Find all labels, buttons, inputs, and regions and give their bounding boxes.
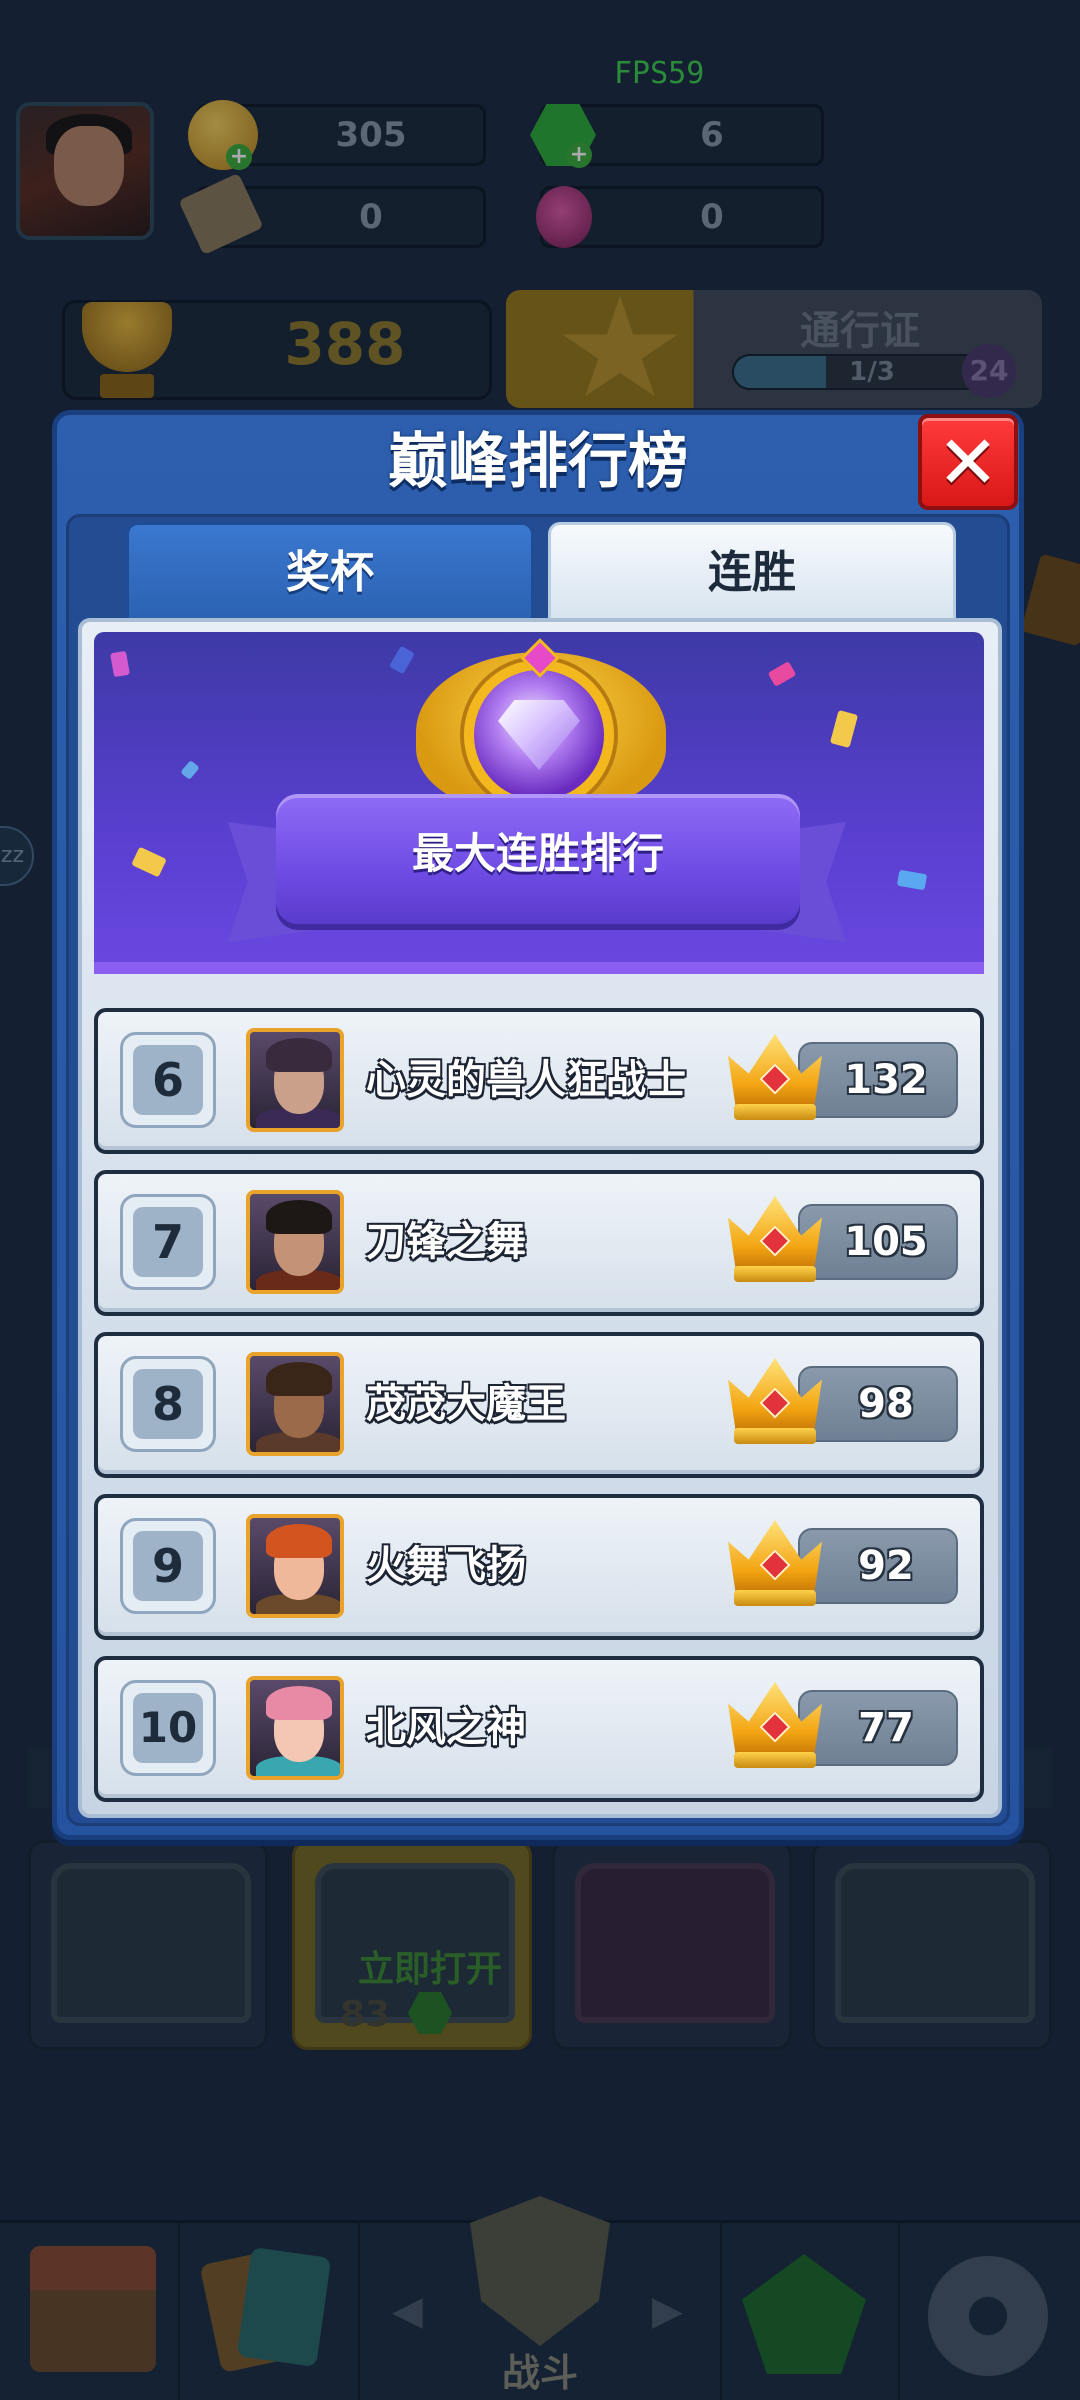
confetti [896,869,928,891]
crown-icon [728,1358,822,1444]
banner-edge [94,962,984,974]
rank-number: 9 [133,1531,203,1601]
leaderboard-row[interactable]: 7 刀锋之舞 105 [94,1170,984,1316]
leaderboard-row[interactable]: 10 北风之神 77 [94,1656,984,1802]
confetti [767,661,797,687]
streak-score: 132 [844,1057,928,1103]
leaderboard-row[interactable]: 6 心灵的兽人狂战士 132 [94,1008,984,1154]
player-avatar[interactable] [246,1190,344,1294]
rank-badge: 7 [120,1194,216,1290]
streak-score: 77 [858,1705,914,1751]
rank-badge: 6 [120,1032,216,1128]
rank-number: 6 [133,1045,203,1115]
player-avatar[interactable] [246,1028,344,1132]
rank-badge: 10 [120,1680,216,1776]
leaderboard-row[interactable]: 8 茂茂大魔王 98 [94,1332,984,1478]
confetti [829,709,859,749]
confetti [131,846,167,878]
tab-trophy[interactable]: 奖杯 [126,522,534,618]
crown-icon [728,1520,822,1606]
close-button[interactable]: ✕ [918,414,1018,510]
crown-icon [728,1034,822,1120]
tab-win-streak[interactable]: 连胜 [548,522,956,618]
close-x-icon: ✕ [936,420,999,506]
modal-title: 巅峰排行榜 [388,427,688,497]
confetti [180,760,200,780]
player-avatar[interactable] [246,1514,344,1618]
leaderboard-row[interactable]: 9 火舞飞扬 92 [94,1494,984,1640]
banner-title: 最大连胜排行 [411,829,664,878]
confetti [110,650,130,678]
confetti [389,645,415,675]
streak-score: 92 [858,1543,914,1589]
rank-number: 8 [133,1369,203,1439]
rank-number: 7 [133,1207,203,1277]
crown-icon [728,1196,822,1282]
streak-score: 98 [858,1381,914,1427]
player-avatar[interactable] [246,1676,344,1780]
crown-icon [728,1682,822,1768]
rank-badge: 8 [120,1356,216,1452]
rank-badge: 9 [120,1518,216,1614]
rank-number: 10 [133,1693,203,1763]
streak-score: 105 [844,1219,928,1265]
player-avatar[interactable] [246,1352,344,1456]
